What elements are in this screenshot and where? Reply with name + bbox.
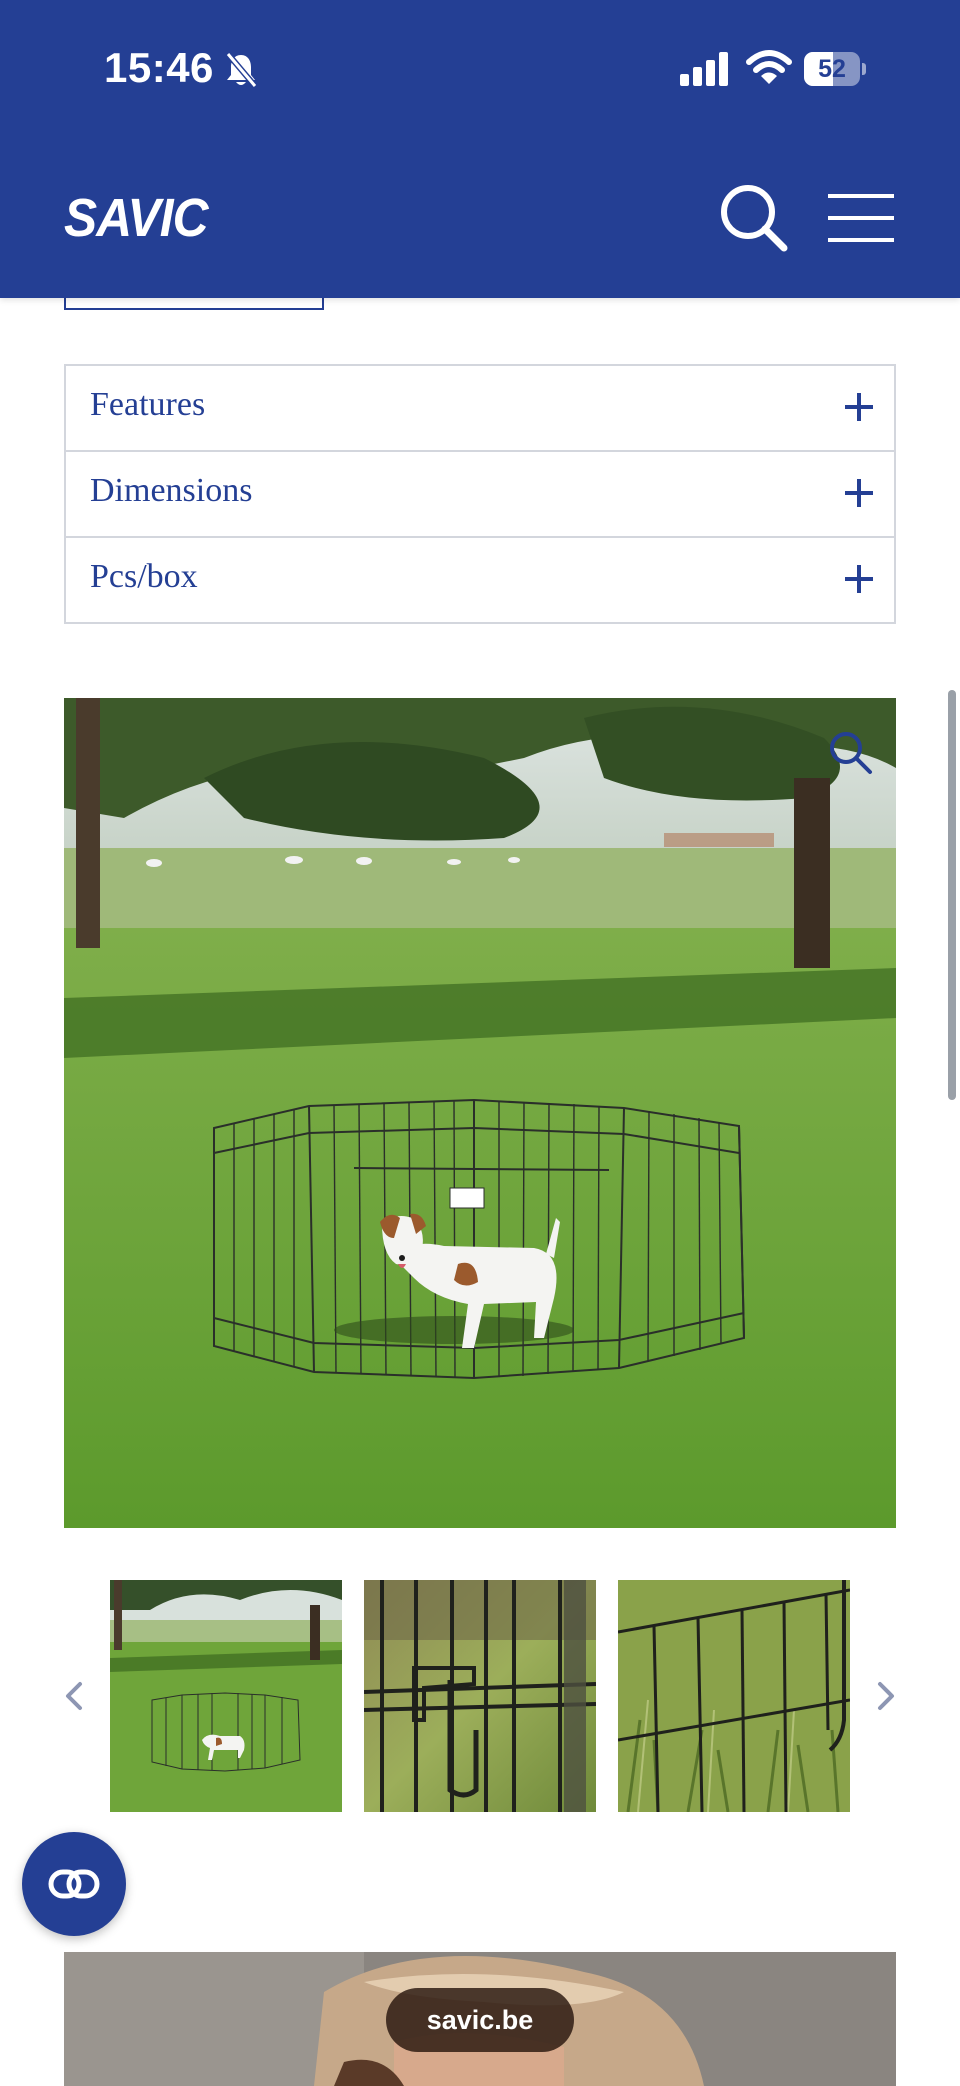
product-page: 15:46 52 SAVIC Features Dimensions Pcs/b…: [0, 0, 960, 2086]
accordion-label: Features: [90, 386, 206, 423]
battery-icon: 52: [804, 52, 866, 86]
plus-icon: [845, 479, 873, 507]
product-details-accordion: Features Dimensions Pcs/box: [64, 364, 896, 624]
chevron-right-icon[interactable]: [870, 1676, 900, 1716]
plus-icon: [845, 393, 873, 421]
status-time: 15:46: [104, 44, 214, 91]
magnifier-icon[interactable]: [826, 728, 874, 776]
accordion-item-dimensions[interactable]: Dimensions: [66, 452, 894, 538]
playpen-overview-thumbnail[interactable]: [110, 1580, 342, 1812]
playpen-latch-closeup-thumbnail[interactable]: [364, 1580, 596, 1812]
hamburger-menu-icon[interactable]: [826, 190, 896, 246]
search-icon[interactable]: [718, 182, 790, 254]
battery-percent: 52: [818, 55, 846, 83]
accordion-label: Dimensions: [90, 472, 253, 509]
link-icon: [48, 1869, 100, 1899]
cellular-signal-icon: [680, 52, 728, 86]
accordion-label: Pcs/box: [90, 558, 198, 595]
bell-slash-icon: [225, 52, 258, 88]
chevron-left-icon[interactable]: [60, 1676, 90, 1716]
accordion-item-pcs-box[interactable]: Pcs/box: [66, 538, 894, 622]
link-button[interactable]: [22, 1832, 126, 1936]
playpen-panel-grass-closeup-thumbnail[interactable]: [618, 1580, 850, 1812]
browser-url-pill[interactable]: savic.be: [386, 1988, 574, 2052]
plus-icon: [845, 565, 873, 593]
page-scrollbar[interactable]: [948, 690, 956, 1100]
wifi-icon: [746, 50, 792, 84]
site-header: 15:46 52 SAVIC: [0, 0, 960, 298]
savic-logo[interactable]: SAVIC: [64, 190, 208, 246]
accordion-item-features[interactable]: Features: [66, 366, 894, 452]
main-product-image[interactable]: [64, 698, 896, 1528]
